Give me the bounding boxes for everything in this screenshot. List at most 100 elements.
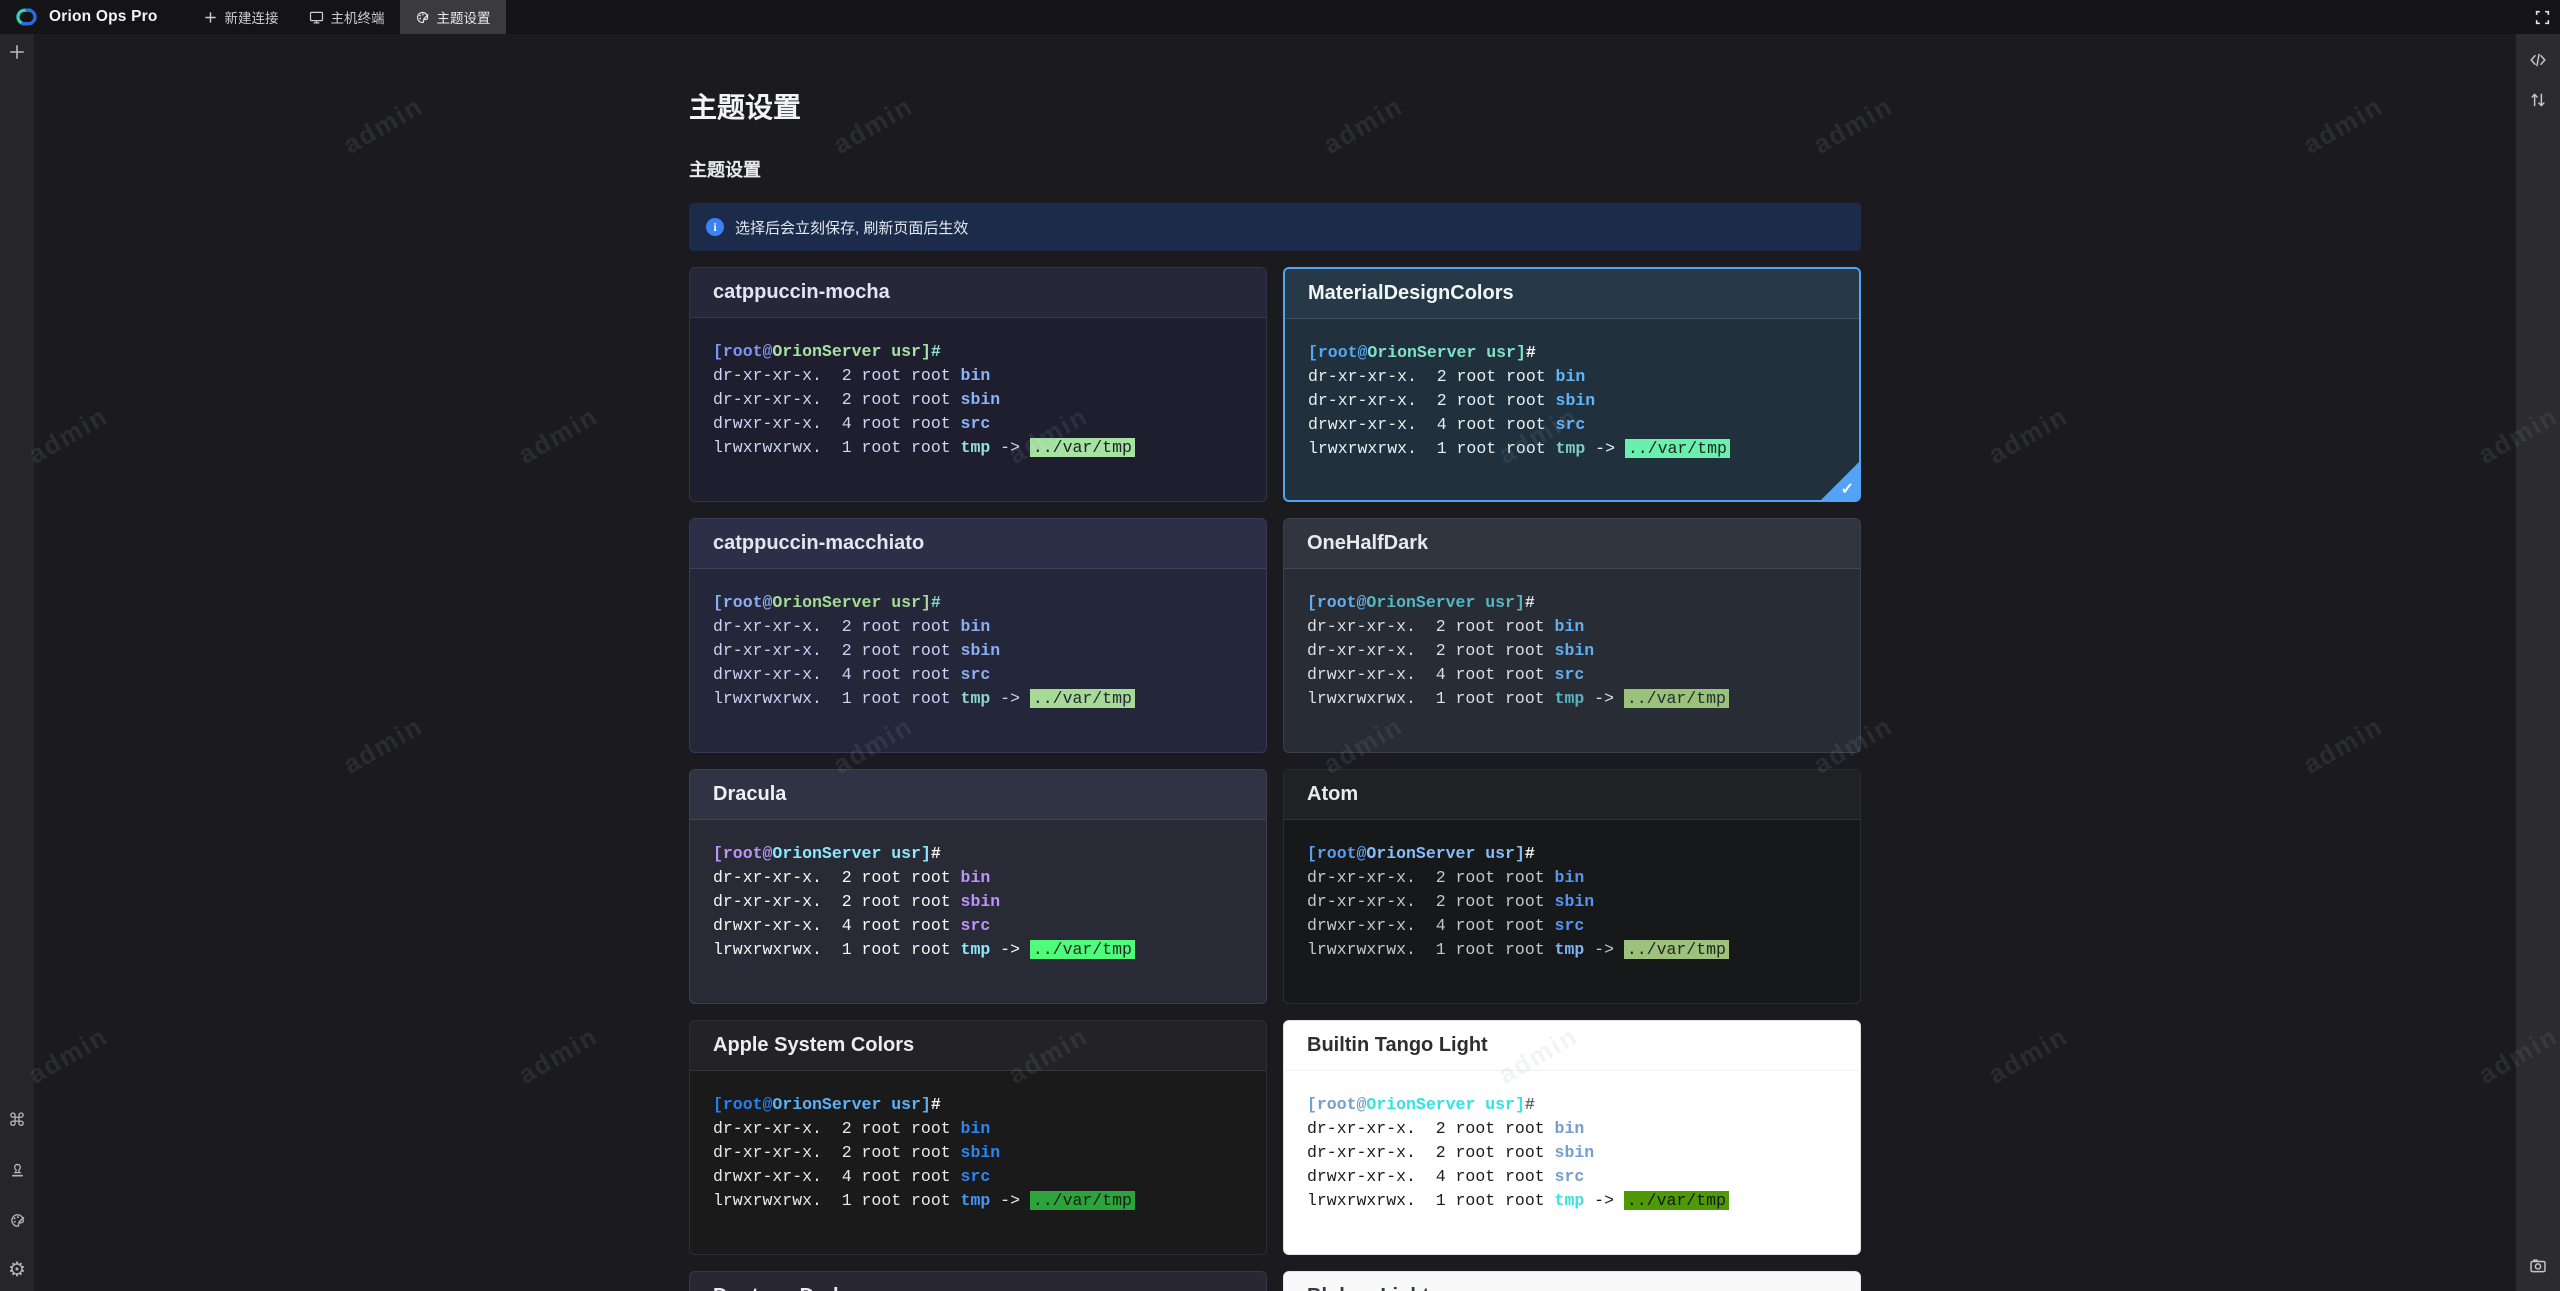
terminal-preview: [root@OrionServer usr]#dr-xr-xr-x. 2 roo… — [690, 1071, 1266, 1213]
terminal-line: drwxr-xr-x. 4 root root src — [1307, 663, 1837, 687]
theme-card-header: OneHalfDark — [1284, 519, 1860, 569]
terminal-line: dr-xr-xr-x. 2 root root sbin — [1308, 389, 1836, 413]
theme-card-atom[interactable]: Atom [root@OrionServer usr]#dr-xr-xr-x. 2… — [1283, 769, 1861, 1004]
theme-card-builtin-tango-light[interactable]: Builtin Tango Light [root@OrionServer usr… — [1283, 1020, 1861, 1255]
terminal-line: lrwxrwxrwx. 1 root root tmp -> ../var/tm… — [713, 1189, 1243, 1213]
terminal-line: lrwxrwxrwx. 1 root root tmp -> ../var/tm… — [1308, 437, 1836, 461]
terminal-line: dr-xr-xr-x. 2 root root bin — [713, 1117, 1243, 1141]
terminal-preview: [root@OrionServer usr]#dr-xr-xr-x. 2 roo… — [690, 569, 1266, 711]
theme-name: MaterialDesignColors — [1308, 282, 1514, 305]
theme-card-header: Atom — [1284, 770, 1860, 820]
terminal-line: drwxr-xr-x. 4 root root src — [713, 663, 1243, 687]
theme-grid: catppuccin-mocha[root@OrionServer usr]#d… — [689, 267, 1861, 1291]
tab-host-terminal[interactable]: 主机终端 — [294, 0, 400, 34]
terminal-line: dr-xr-xr-x. 2 root root sbin — [713, 1141, 1243, 1165]
theme-name: Apple System Colors — [713, 1034, 914, 1057]
theme-card-header: Apple System Colors — [690, 1021, 1266, 1071]
terminal-line: dr-xr-xr-x. 2 root root bin — [1307, 615, 1837, 639]
theme-name: OneHalfDark — [1307, 532, 1428, 555]
terminal-line: dr-xr-xr-x. 2 root root sbin — [713, 639, 1243, 663]
terminal-line: dr-xr-xr-x. 2 root root sbin — [713, 890, 1243, 914]
notice-text: 选择后会立刻保存, 刷新页面后生效 — [735, 217, 968, 238]
left-sidebar-bottom: ⌘ ⚙ — [6, 1109, 28, 1291]
main-content: 主题设置 主题设置 i 选择后会立刻保存, 刷新页面后生效 catppuccin… — [34, 34, 2516, 1291]
tab-label: 新建连接 — [225, 7, 279, 27]
terminal-line: dr-xr-xr-x. 2 root root bin — [1307, 866, 1837, 890]
sidebar-new-button[interactable] — [8, 43, 26, 66]
theme-card-materialdesigncolors[interactable]: MaterialDesignColors [root@OrionServer us… — [1283, 267, 1861, 502]
terminal-prompt-line: [root@OrionServer usr]# — [713, 1093, 1243, 1117]
sidebar-stamp-button[interactable] — [6, 1159, 28, 1181]
terminal-line: dr-xr-xr-x. 2 root root bin — [713, 364, 1243, 388]
right-sidebar — [2516, 34, 2560, 1291]
theme-card-blulocolight[interactable]: BlulocoLight — [1283, 1271, 1861, 1291]
stamp-icon — [9, 1162, 26, 1179]
app-title: Orion Ops Pro — [49, 8, 158, 26]
terminal-line: lrwxrwxrwx. 1 root root tmp -> ../var/tm… — [1307, 1189, 1837, 1213]
code-icon — [2529, 51, 2547, 69]
theme-name: Dracula — [713, 783, 786, 806]
terminal-line: dr-xr-xr-x. 2 root root bin — [713, 615, 1243, 639]
sort-button[interactable] — [2526, 88, 2550, 112]
terminal-line: drwxr-xr-x. 4 root root src — [1307, 914, 1837, 938]
theme-card-duotone-dark[interactable]: Duotone Dark — [689, 1271, 1267, 1291]
terminal-line: drwxr-xr-x. 4 root root src — [1307, 1165, 1837, 1189]
tab-new-connection[interactable]: 新建连接 — [188, 0, 294, 34]
theme-card-catppuccin-macchiato[interactable]: catppuccin-macchiato [root@OrionServer us… — [689, 518, 1267, 753]
page-title: 主题设置 — [689, 90, 1861, 126]
terminal-line: lrwxrwxrwx. 1 root root tmp -> ../var/tm… — [1307, 687, 1837, 711]
content-container: 主题设置 主题设置 i 选择后会立刻保存, 刷新页面后生效 catppuccin… — [689, 34, 1861, 1291]
tab-theme-settings[interactable]: 主题设置 — [400, 0, 506, 34]
plus-icon — [8, 43, 26, 61]
camera-icon — [2529, 1257, 2547, 1275]
theme-card-apple-system-colors[interactable]: Apple System Colors [root@OrionServer usr… — [689, 1020, 1267, 1255]
palette-icon — [9, 1212, 26, 1229]
terminal-line: drwxr-xr-x. 4 root root src — [713, 1165, 1243, 1189]
theme-card-header: catppuccin-macchiato — [690, 519, 1266, 569]
theme-card-dracula[interactable]: Dracula [root@OrionServer usr]# dr-xr-xr-x… — [689, 769, 1267, 1004]
fullscreen-icon — [2534, 9, 2551, 26]
terminal-line: dr-xr-xr-x. 2 root root sbin — [713, 388, 1243, 412]
sidebar-settings-button[interactable]: ⚙ — [6, 1259, 28, 1281]
terminal-line: dr-xr-xr-x. 2 root root bin — [1307, 1117, 1837, 1141]
terminal-preview: [root@OrionServer usr]#dr-xr-xr-x. 2 roo… — [1285, 319, 1859, 461]
terminal-line: lrwxrwxrwx. 1 root root tmp -> ../var/tm… — [713, 436, 1243, 460]
info-icon: i — [706, 218, 724, 236]
theme-card-onehalfdark[interactable]: OneHalfDark[root@OrionServer usr]#dr-xr-… — [1283, 518, 1861, 753]
terminal-prompt-line: [root@OrionServer usr]# — [713, 842, 1243, 866]
terminal-prompt-line: [root@OrionServer usr]# — [1307, 1093, 1837, 1117]
notice-banner: i 选择后会立刻保存, 刷新页面后生效 — [689, 203, 1861, 251]
terminal-prompt-line: [root@OrionServer usr]# — [713, 340, 1243, 364]
gear-icon: ⚙ — [8, 1260, 26, 1280]
check-icon: ✓ — [1841, 479, 1854, 499]
theme-card-catppuccin-mocha[interactable]: catppuccin-mocha[root@OrionServer usr]#d… — [689, 267, 1267, 502]
theme-name: catppuccin-macchiato — [713, 532, 924, 555]
terminal-line: dr-xr-xr-x. 2 root root sbin — [1307, 890, 1837, 914]
screenshot-button[interactable] — [2526, 1254, 2550, 1278]
theme-card-header: Dracula — [690, 770, 1266, 820]
terminal-preview: [root@OrionServer usr]#dr-xr-xr-x. 2 roo… — [1284, 820, 1860, 962]
code-snippets-button[interactable] — [2526, 48, 2550, 72]
terminal-preview: [root@OrionServer usr]# dr-xr-xr-x. 2 roo… — [690, 820, 1266, 962]
monitor-icon — [309, 10, 324, 25]
terminal-line: lrwxrwxrwx. 1 root root tmp -> ../var/tm… — [713, 938, 1243, 962]
terminal-line: drwxr-xr-x. 4 root root src — [713, 412, 1243, 436]
theme-name: Atom — [1307, 783, 1358, 806]
theme-card-header: catppuccin-mocha — [690, 268, 1266, 318]
theme-name: BlulocoLight — [1307, 1285, 1429, 1291]
app-brand: Orion Ops Pro — [0, 6, 174, 28]
fullscreen-button[interactable] — [2534, 0, 2551, 34]
theme-card-header: BlulocoLight — [1284, 1272, 1860, 1291]
terminal-preview: [root@OrionServer usr]#dr-xr-xr-x. 2 roo… — [690, 318, 1266, 460]
terminal-line: dr-xr-xr-x. 2 root root sbin — [1307, 639, 1837, 663]
tab-bar: 新建连接 主机终端 主题设置 — [188, 0, 506, 34]
tab-label: 主机终端 — [331, 7, 385, 27]
section-title: 主题设置 — [689, 158, 1861, 182]
theme-name: Duotone Dark — [713, 1285, 844, 1291]
terminal-line: drwxr-xr-x. 4 root root src — [713, 914, 1243, 938]
terminal-line: drwxr-xr-x. 4 root root src — [1308, 413, 1836, 437]
theme-card-header: Builtin Tango Light — [1284, 1021, 1860, 1071]
sidebar-command-button[interactable]: ⌘ — [6, 1109, 28, 1131]
sidebar-theme-button[interactable] — [6, 1209, 28, 1231]
app-logo-icon — [13, 6, 40, 28]
